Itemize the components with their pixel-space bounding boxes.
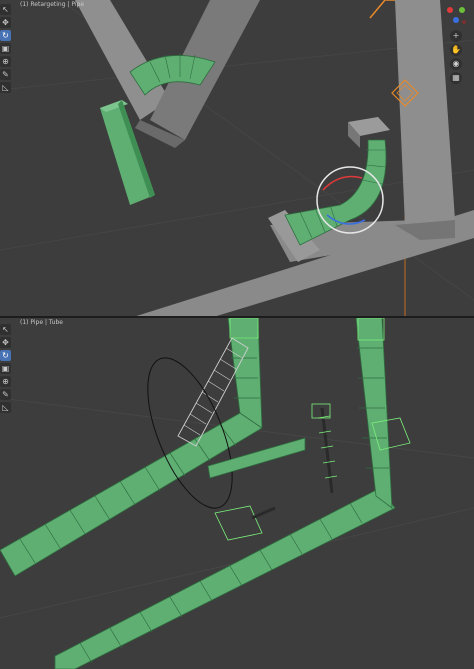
tool-shelf: ↖ ✥ ↻ ▣ ⊕ ✎ ◺: [0, 324, 12, 413]
pan-hand-icon[interactable]: ✋: [450, 44, 462, 56]
green-bar[interactable]: [100, 100, 155, 205]
tweak-icon[interactable]: ↖: [0, 4, 11, 15]
move-icon[interactable]: ✥: [0, 337, 11, 348]
tweak-icon[interactable]: ↖: [0, 324, 11, 335]
camera-icon[interactable]: ◉: [450, 58, 462, 70]
gray-pipe-right-vertical[interactable]: [395, 0, 455, 225]
rotate-icon[interactable]: ↻: [0, 350, 11, 361]
scale-icon[interactable]: ▣: [0, 43, 11, 54]
transform-icon[interactable]: ⊕: [0, 56, 11, 67]
viewport-label: (1) Pipe | Tube: [20, 319, 63, 326]
transform-icon[interactable]: ⊕: [0, 376, 11, 387]
viewport-label: (1) Retargeting | Pipe: [20, 1, 85, 8]
green-pipe-vertical-right[interactable]: [355, 318, 393, 509]
scale-icon[interactable]: ▣: [0, 363, 11, 374]
tool-shelf: ↖ ✥ ↻ ▣ ⊕ ✎ ◺: [0, 4, 12, 93]
green-pipe-diagonal-upper[interactable]: [0, 412, 263, 577]
rotate-icon[interactable]: ↻: [0, 30, 11, 41]
top-3d-viewport[interactable]: (1) Retargeting | Pipe ↖ ✥ ↻ ▣ ⊕ ✎ ◺ + ✋…: [0, 0, 474, 318]
axis-gizmo[interactable]: [444, 4, 468, 28]
green-pipe-vertical-left[interactable]: [227, 318, 263, 429]
zoom-icon[interactable]: +: [450, 30, 462, 42]
measure-icon[interactable]: ◺: [0, 82, 11, 93]
grid-icon[interactable]: ▦: [450, 72, 462, 84]
bottom-scene: [0, 318, 474, 669]
top-scene: [0, 0, 474, 318]
annotate-icon[interactable]: ✎: [0, 389, 11, 400]
annotate-icon[interactable]: ✎: [0, 69, 11, 80]
move-icon[interactable]: ✥: [0, 17, 11, 28]
measure-icon[interactable]: ◺: [0, 402, 11, 413]
bottom-3d-viewport[interactable]: (1) Pipe | Tube ↖ ✥ ↻ ▣ ⊕ ✎ ◺: [0, 318, 474, 669]
